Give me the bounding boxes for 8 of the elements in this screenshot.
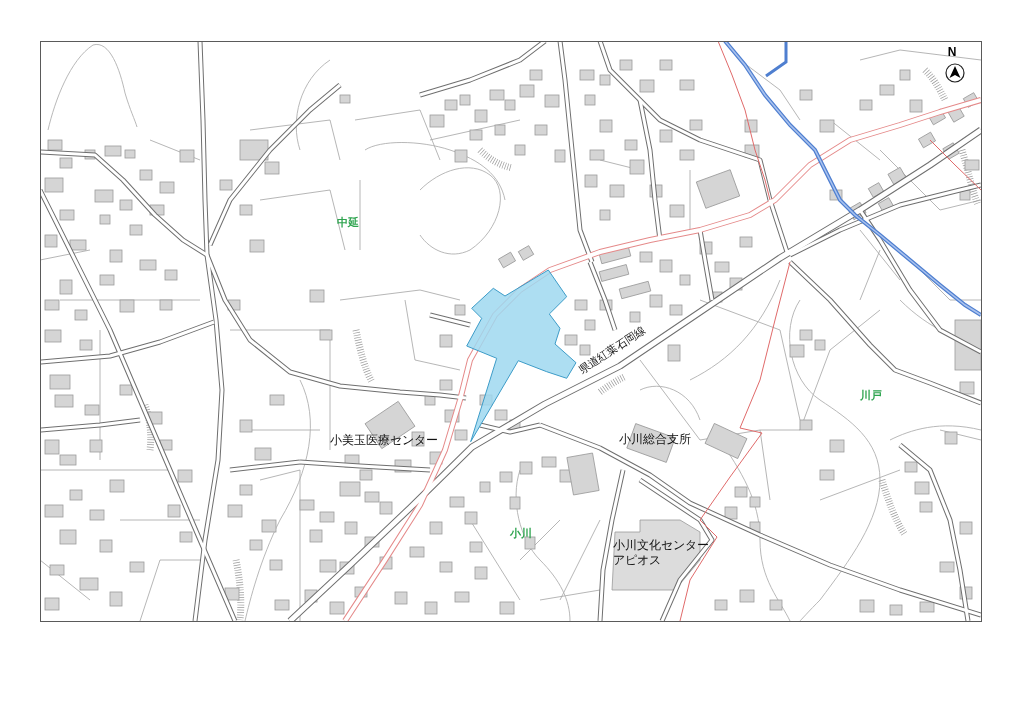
facility-name: 小川文化センター アピオス — [613, 538, 709, 568]
north-label: N — [947, 46, 957, 58]
road-name: 県道紅葉石岡線 — [576, 324, 648, 376]
area-name: 川戸 — [860, 389, 882, 401]
facility-name: 小美玉医療センター — [330, 432, 438, 448]
facility-name: 小川総合支所 — [619, 431, 691, 447]
area-name: 小川 — [510, 527, 532, 539]
area-name: 中延 — [337, 216, 359, 228]
